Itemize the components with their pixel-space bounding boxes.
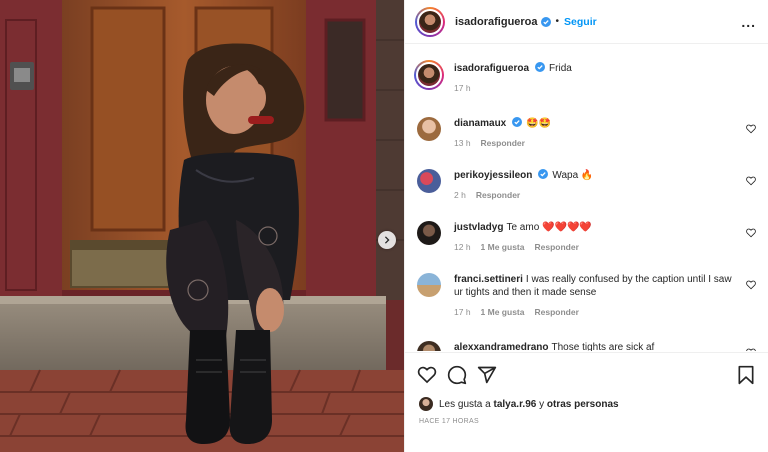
comment-username[interactable]: perikoyjessileon (454, 170, 532, 181)
action-bar (405, 353, 768, 387)
caption-avatar[interactable] (414, 60, 444, 90)
comment-likes[interactable]: 1 Me gusta (481, 242, 525, 252)
comment-avatar[interactable] (417, 341, 441, 351)
likes-joiner: y (539, 398, 545, 410)
comment-avatar[interactable] (417, 273, 441, 297)
header-separator: • (555, 16, 560, 27)
next-arrow-icon (384, 236, 390, 244)
comment-username[interactable]: franci.settineri (454, 274, 523, 285)
verified-badge-icon (538, 169, 549, 179)
liker-username[interactable]: talya.r.96 (494, 399, 537, 410)
share-icon[interactable] (477, 365, 497, 385)
verified-badge-icon (535, 62, 546, 72)
comment-text: Wapa 🔥 (552, 170, 594, 181)
likes-prefix: Les gusta a (439, 398, 491, 410)
heart-icon[interactable] (746, 176, 756, 186)
reply-button[interactable]: Responder (476, 190, 520, 200)
comment-likes[interactable]: 1 Me gusta (481, 307, 525, 317)
post-timestamp[interactable]: HACE 17 HORAS (405, 411, 768, 425)
comment-avatar[interactable] (417, 117, 441, 141)
comment-text: Te amo ❤️❤️❤️❤️ (506, 222, 592, 233)
comment-avatar[interactable] (417, 169, 441, 193)
comment-item: alexxandramedrano Those tights are sick a… (417, 341, 760, 351)
post-image (0, 0, 404, 452)
comment-item: dianamaux 🤩🤩 13 h Responder (417, 117, 760, 148)
comment-username[interactable]: alexxandramedrano (454, 342, 549, 351)
comment-time[interactable]: 13 h (454, 138, 471, 148)
heart-icon[interactable] (417, 365, 437, 385)
author-username[interactable]: isadorafigueroa (455, 16, 538, 28)
caption: isadorafigueroa Frida 17 h (414, 60, 760, 93)
comments-list[interactable]: isadorafigueroa Frida 17 h dianamaux 🤩🤩 13… (405, 45, 768, 351)
comment-item: justvladyg Te amo ❤️❤️❤️❤️ 12 h 1 Me gusta… (417, 221, 760, 252)
post-actions-area: Les gusta a talya.r.96 y otras personas … (405, 352, 768, 425)
more-options-icon[interactable]: ... (741, 15, 756, 29)
likes-others[interactable]: otras personas (547, 399, 619, 410)
comment-username[interactable]: dianamaux (454, 118, 506, 129)
comment-text: Those tights are sick af (551, 342, 655, 351)
follow-button[interactable]: Seguir (564, 16, 597, 28)
comment-item: perikoyjessileon Wapa 🔥 2 h Responder (417, 169, 760, 200)
heart-icon[interactable] (746, 348, 756, 351)
heart-icon[interactable] (746, 124, 756, 134)
caption-text: Frida (549, 63, 572, 74)
comment-time[interactable]: 2 h (454, 190, 466, 200)
heart-icon[interactable] (746, 228, 756, 238)
bookmark-icon[interactable] (736, 365, 756, 385)
post-header: isadorafigueroa • Seguir ... (405, 0, 768, 44)
post-side-panel: isadorafigueroa • Seguir ... isadorafigu… (404, 0, 768, 452)
post-photo[interactable] (0, 0, 404, 452)
instagram-post: isadorafigueroa • Seguir ... isadorafigu… (0, 0, 768, 452)
reply-button[interactable]: Responder (534, 242, 578, 252)
comment-time[interactable]: 17 h (454, 307, 471, 317)
liker-avatar[interactable] (419, 397, 433, 411)
caption-time[interactable]: 17 h (454, 83, 471, 93)
reply-button[interactable]: Responder (534, 307, 578, 317)
author-avatar[interactable] (415, 6, 445, 37)
caption-username[interactable]: isadorafigueroa (454, 63, 529, 74)
comment-time[interactable]: 12 h (454, 242, 471, 252)
comment-avatar[interactable] (417, 221, 441, 245)
comment-icon[interactable] (447, 365, 467, 385)
comment-text: 🤩🤩 (526, 118, 552, 129)
verified-badge-icon (540, 16, 551, 27)
likes-summary: Les gusta a talya.r.96 y otras personas (405, 387, 768, 411)
next-photo-button[interactable] (378, 231, 396, 249)
heart-icon[interactable] (746, 280, 756, 290)
reply-button[interactable]: Responder (481, 138, 525, 148)
comment-username[interactable]: justvladyg (454, 222, 503, 233)
comment-item: franci.settineri I was really confused by… (417, 273, 760, 317)
verified-badge-icon (512, 117, 523, 127)
